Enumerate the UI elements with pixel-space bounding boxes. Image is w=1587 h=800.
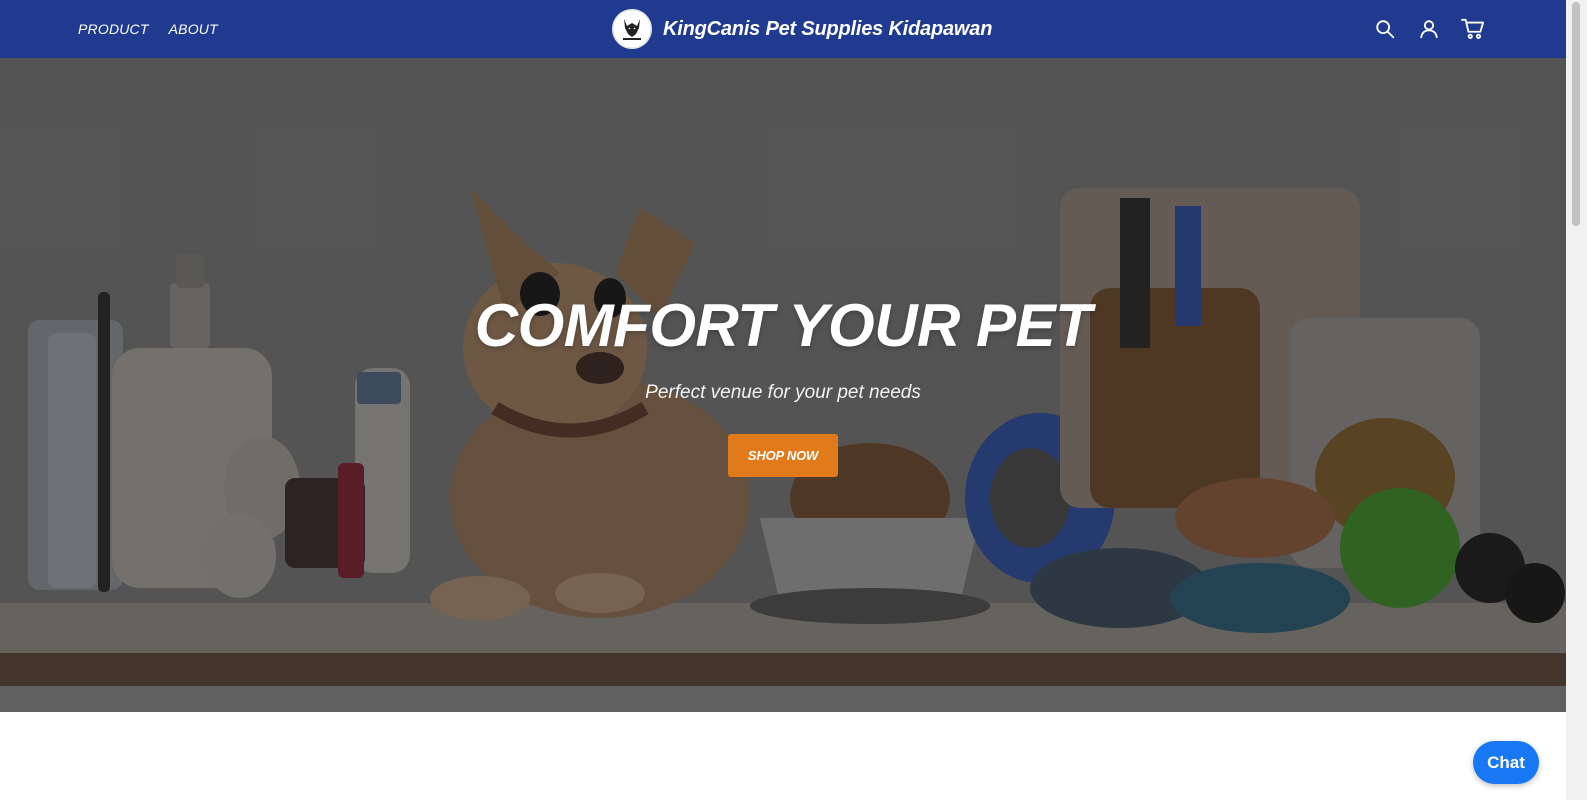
nav-product-link[interactable]: PRODUCT (78, 21, 149, 37)
nav-about-link[interactable]: ABOUT (169, 21, 218, 37)
cart-icon[interactable] (1460, 14, 1486, 44)
brand[interactable]: KingCanis Pet Supplies Kidapawan (612, 9, 992, 49)
chat-button[interactable]: Chat (1473, 741, 1539, 784)
site-header: PRODUCT ABOUT KingCanis Pet Supplies Kid… (0, 0, 1566, 58)
main-nav: PRODUCT ABOUT (78, 0, 218, 58)
header-actions (1372, 14, 1486, 44)
scrollbar-thumb[interactable] (1572, 2, 1580, 226)
hero-title: COMFORT YOUR PET (474, 292, 1092, 359)
search-icon[interactable] (1372, 14, 1398, 44)
brand-name[interactable]: KingCanis Pet Supplies Kidapawan (663, 18, 992, 41)
user-icon[interactable] (1416, 14, 1442, 44)
brand-logo (612, 9, 652, 49)
hero-bottom-band (0, 686, 1566, 712)
hero-content: COMFORT YOUR PET Perfect venue for your … (0, 290, 1566, 477)
shop-now-button[interactable]: SHOP NOW (728, 434, 838, 477)
hero-subtitle: Perfect venue for your pet needs (645, 382, 921, 403)
hero-banner: COMFORT YOUR PET Perfect venue for your … (0, 58, 1566, 712)
page-scrollbar[interactable] (1566, 0, 1587, 800)
